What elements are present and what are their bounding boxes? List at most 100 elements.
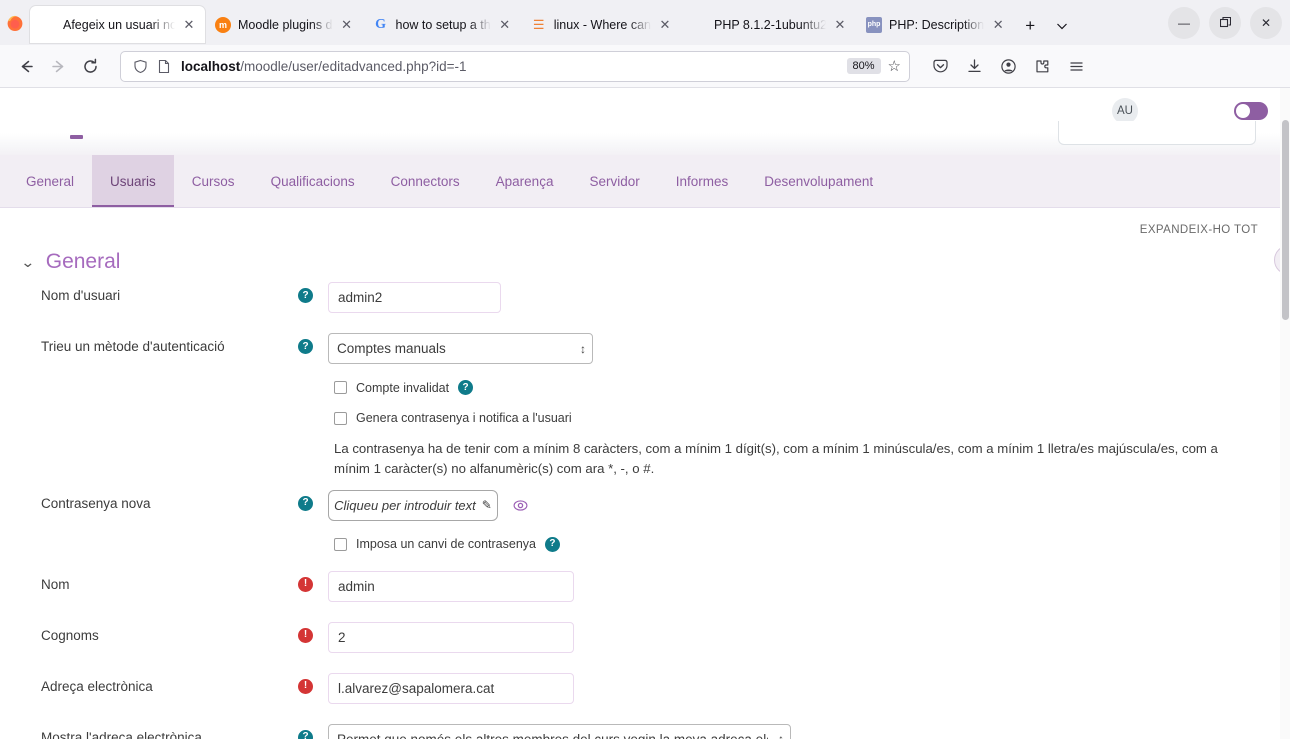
- zoom-level-badge[interactable]: 80%: [847, 58, 881, 74]
- help-icon[interactable]: ?: [298, 288, 313, 303]
- expand-all-link[interactable]: EXPANDEIX-HO TOT: [0, 208, 1268, 236]
- force-password-change-checkbox[interactable]: [334, 538, 347, 551]
- tab-qualificacions[interactable]: Qualificacions: [253, 155, 373, 208]
- edit-mode-toggle[interactable]: [1234, 102, 1268, 120]
- suspended-checkbox[interactable]: [334, 381, 347, 394]
- url-path: /moodle/user/editadvanced.php?id=-1: [240, 59, 466, 74]
- window-controls: — ✕: [1159, 0, 1286, 45]
- field-row-lastname: Cognoms !: [0, 622, 1268, 660]
- label-generate-password: Genera contrasenya i notifica a l'usuari: [356, 411, 572, 425]
- new-password-input[interactable]: Cliqueu per introduir text ✎: [328, 490, 498, 521]
- email-input[interactable]: [328, 673, 574, 704]
- tab-close-icon[interactable]: ✕: [990, 17, 1006, 33]
- control-auth-method: Comptes manuals Compte invalidat ? Gener…: [328, 333, 1268, 492]
- eye-icon[interactable]: [513, 498, 528, 513]
- pocket-icon[interactable]: [924, 50, 956, 82]
- address-bar[interactable]: localhost/moodle/user/editadvanced.php?i…: [120, 51, 910, 82]
- close-window-button[interactable]: ✕: [1250, 7, 1282, 39]
- browser-tab[interactable]: G how to setup a th ✕: [363, 6, 521, 43]
- tab-close-icon[interactable]: ✕: [832, 17, 848, 33]
- list-all-tabs-icon[interactable]: [1046, 10, 1078, 42]
- field-row-new-password: Contrasenya nova ? Cliqueu per introduir…: [0, 490, 1268, 558]
- pencil-icon[interactable]: ✎: [482, 498, 492, 512]
- username-input[interactable]: [328, 282, 501, 313]
- shield-icon[interactable]: [131, 57, 149, 75]
- lastname-input[interactable]: [328, 622, 574, 653]
- firefox-logo-icon: [0, 0, 30, 45]
- tab-servidor[interactable]: Servidor: [571, 155, 657, 208]
- avatar[interactable]: AU: [1112, 98, 1138, 124]
- help-icon-username-wrap: ?: [298, 282, 328, 303]
- chevron-down-icon[interactable]: ⌄: [21, 254, 36, 271]
- help-icon[interactable]: ?: [458, 380, 473, 395]
- browser-tab-strip: Afegeix un usuari no ✕ m Moodle plugins …: [0, 0, 1290, 45]
- tab-general[interactable]: General: [8, 155, 92, 208]
- control-email: [328, 673, 1268, 704]
- tab-desenvolupament[interactable]: Desenvolupament: [746, 155, 891, 208]
- url-host: localhost: [181, 59, 240, 74]
- page-icon[interactable]: [155, 57, 173, 75]
- browser-tab[interactable]: Afegeix un usuari no ✕: [30, 6, 205, 43]
- password-policy-text: La contrasenya ha de tenir com a mínim 8…: [328, 431, 1243, 492]
- extensions-icon[interactable]: [1026, 50, 1058, 82]
- email-display-select[interactable]: Permet que només els altres membres del …: [328, 724, 791, 739]
- help-icon[interactable]: ?: [298, 496, 313, 511]
- star-icon[interactable]: ☆: [888, 57, 901, 75]
- tab-close-icon[interactable]: ✕: [181, 17, 197, 33]
- maximize-button[interactable]: [1209, 7, 1241, 39]
- browser-tab[interactable]: m Moodle plugins d ✕: [205, 6, 363, 43]
- url-text[interactable]: localhost/moodle/user/editadvanced.php?i…: [181, 59, 847, 74]
- auth-method-select-wrap: Comptes manuals: [328, 333, 593, 364]
- tab-close-icon[interactable]: ✕: [339, 17, 355, 33]
- tab-close-icon[interactable]: ✕: [497, 17, 513, 33]
- required-icon[interactable]: !: [298, 679, 313, 694]
- required-icon[interactable]: !: [298, 628, 313, 643]
- reload-button[interactable]: [74, 50, 106, 82]
- help-icon[interactable]: ?: [545, 537, 560, 552]
- app-menu-icon[interactable]: [1060, 50, 1092, 82]
- generate-password-checkbox[interactable]: [334, 412, 347, 425]
- tab-connectors[interactable]: Connectors: [373, 155, 478, 208]
- label-username: Nom d'usuari: [0, 282, 298, 303]
- control-lastname: [328, 622, 1268, 653]
- tab-informes[interactable]: Informes: [658, 155, 747, 208]
- tab-title: how to setup a th: [396, 18, 491, 32]
- section-header-general[interactable]: ⌄ General: [0, 236, 1268, 282]
- required-icon[interactable]: !: [298, 577, 313, 592]
- browser-tab[interactable]: PHP 8.1.2-1ubuntu2. ✕: [681, 6, 856, 43]
- minimize-button[interactable]: —: [1168, 7, 1200, 39]
- field-row-auth-method: Trieu un mètode d'autenticació ? Comptes…: [0, 333, 1268, 492]
- google-favicon-icon: G: [373, 17, 389, 33]
- forward-button[interactable]: [42, 50, 74, 82]
- tab-usuaris[interactable]: Usuaris: [92, 155, 174, 208]
- label-firstname: Nom: [0, 571, 298, 592]
- label-email-display: Mostra l'adreça electrònica: [0, 724, 298, 739]
- required-icon-email-wrap: !: [298, 673, 328, 694]
- downloads-icon[interactable]: [958, 50, 990, 82]
- auth-method-select[interactable]: Comptes manuals: [328, 333, 593, 364]
- tab-cursos[interactable]: Cursos: [174, 155, 253, 208]
- required-icon-firstname-wrap: !: [298, 571, 328, 592]
- browser-window: Afegeix un usuari no ✕ m Moodle plugins …: [0, 0, 1290, 739]
- tab-close-icon[interactable]: ✕: [657, 17, 673, 33]
- browser-toolbar-right: [924, 50, 1092, 82]
- field-row-username: Nom d'usuari ?: [0, 282, 1268, 320]
- page-scrollbar-thumb[interactable]: [1282, 120, 1289, 320]
- browser-tab[interactable]: php PHP: Description ✕: [856, 6, 1014, 43]
- email-display-select-wrap: Permet que només els altres membres del …: [328, 724, 791, 739]
- account-icon[interactable]: [992, 50, 1024, 82]
- tab-aparenca[interactable]: Aparença: [478, 155, 572, 208]
- stackoverflow-favicon-icon: ☰: [531, 17, 547, 33]
- label-suspended: Compte invalidat: [356, 381, 449, 395]
- page-scrollbar[interactable]: [1280, 88, 1290, 739]
- back-button[interactable]: [10, 50, 42, 82]
- help-icon-email-display-wrap: ?: [298, 724, 328, 739]
- help-icon[interactable]: ?: [298, 339, 313, 354]
- browser-tab[interactable]: ☰ linux - Where can ✕: [521, 6, 681, 43]
- scrolled-content-remnant: [0, 133, 1290, 155]
- search-box-remnant[interactable]: [1058, 121, 1256, 145]
- new-tab-button[interactable]: +: [1014, 10, 1046, 42]
- active-nav-indicator: [70, 135, 83, 139]
- help-icon[interactable]: ?: [298, 730, 313, 739]
- firstname-input[interactable]: [328, 571, 574, 602]
